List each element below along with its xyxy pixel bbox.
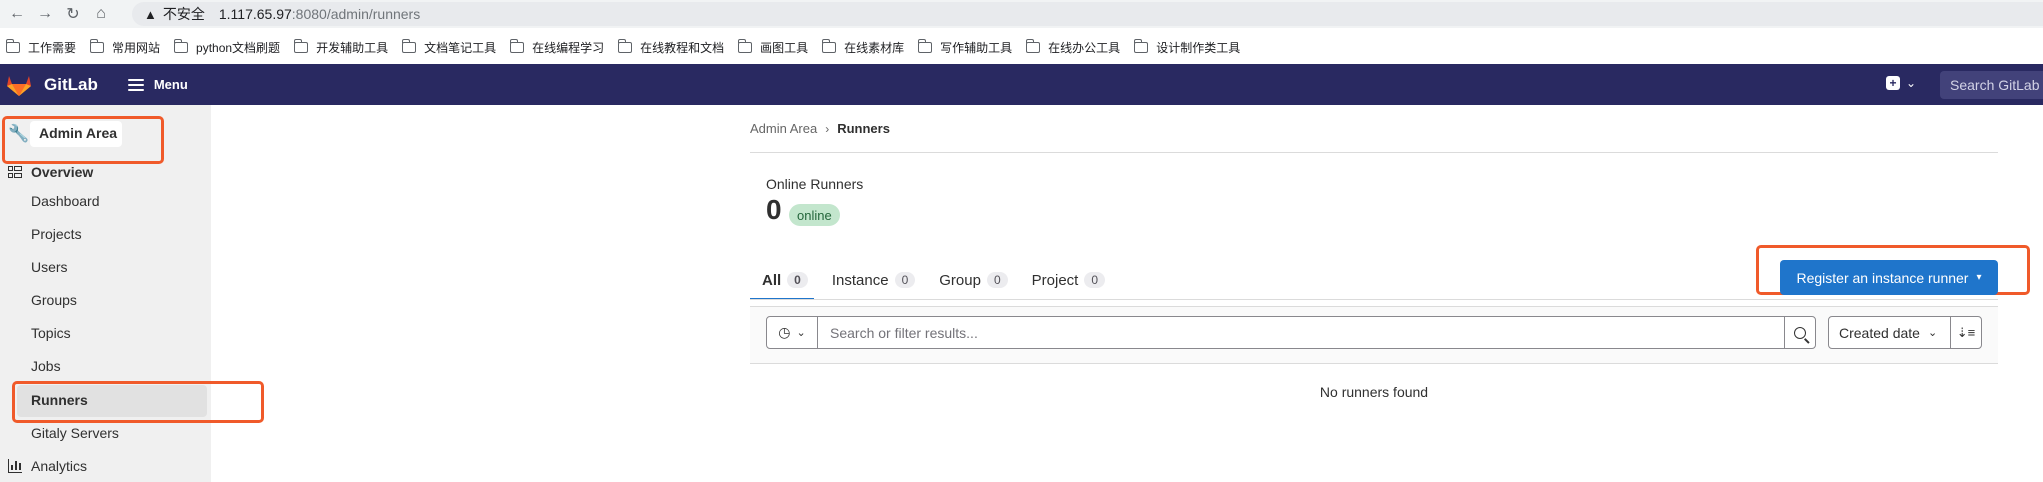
tabs-divider [750, 299, 1998, 300]
search-icon [1794, 326, 1806, 339]
highlight-admin-area [2, 116, 164, 164]
tab-all[interactable]: All 0 [750, 260, 814, 300]
url-path: :8080/admin/runners [291, 6, 421, 22]
bookmark-folder[interactable]: 画图工具 [737, 38, 808, 56]
folder-icon [737, 38, 753, 53]
folder-icon [293, 38, 309, 53]
bookmark-folder[interactable]: 在线办公工具 [1025, 38, 1120, 56]
register-instance-runner-button[interactable]: Register an instance runner ▾ [1780, 260, 1998, 295]
analytics-label: Analytics [31, 458, 88, 474]
sidebar-item-topics[interactable]: Topics [31, 325, 71, 341]
bookmark-folder[interactable]: 设计制作类工具 [1133, 38, 1240, 56]
plus-square-icon: + [1886, 76, 1900, 90]
tab-count-badge: 0 [986, 272, 1008, 288]
sidebar-item-groups[interactable]: Groups [31, 292, 77, 308]
forward-arrow-icon[interactable]: → [34, 3, 56, 25]
bookmarks-bar: 工作需要 常用网站 python文档刷题 开发辅助工具 文档笔记工具 在线编程学… [0, 34, 2043, 60]
breadcrumb-runners[interactable]: Runners [837, 121, 890, 136]
online-badge: online [789, 204, 840, 226]
bookmark-folder[interactable]: 写作辅助工具 [917, 38, 1012, 56]
recent-searches-button[interactable]: ◷ ⌄ [766, 316, 818, 349]
bookmark-folder[interactable]: 在线教程和文档 [617, 38, 724, 56]
tanuki-icon [7, 75, 31, 96]
chevron-down-icon: ⌄ [796, 327, 806, 339]
folder-icon [1133, 38, 1149, 53]
hamburger-icon [127, 78, 144, 91]
folder-icon [173, 38, 189, 53]
sidebar-item-dashboard[interactable]: Dashboard [31, 193, 100, 209]
sort-direction-button[interactable]: ⇣≡ [1950, 316, 1982, 349]
search-submit-button[interactable] [1784, 316, 1816, 349]
bookmark-folder[interactable]: 常用网站 [89, 38, 160, 56]
folder-icon [5, 38, 20, 53]
browser-toolbar: ← → ↻ ⌂ ▲ 不安全 1.117.65.97:8080/admin/run… [0, 0, 2043, 28]
address-bar[interactable]: ▲ 不安全 1.117.65.97:8080/admin/runners [132, 2, 2043, 26]
bookmark-folder[interactable]: 在线素材库 [821, 38, 904, 56]
online-runners-count: 0 [766, 194, 782, 225]
filter-search-input[interactable]: Search or filter results... [817, 316, 1785, 349]
highlight-runners [12, 381, 264, 423]
folder-icon [401, 38, 417, 53]
sidebar-item-users[interactable]: Users [31, 259, 68, 275]
back-arrow-icon[interactable]: ← [6, 3, 28, 25]
menu-label: Menu [153, 77, 188, 92]
warning-icon: ▲ [144, 6, 157, 22]
sidebar-item-gitaly-servers[interactable]: Gitaly Servers [31, 425, 119, 441]
folder-icon [617, 38, 633, 53]
chevron-down-icon: ▾ [1976, 272, 1982, 283]
folder-icon [821, 38, 837, 53]
online-runners-title: Online Runners [766, 176, 864, 192]
sort-descending-icon: ⇣≡ [1956, 324, 1976, 340]
gitlab-brand: GitLab [44, 74, 98, 94]
history-icon: ◷ [778, 324, 791, 340]
empty-state-message: No runners found [1319, 384, 1429, 400]
menu-button[interactable]: Menu [127, 77, 188, 92]
sort-dropdown[interactable]: Created date ⌄ [1828, 316, 1951, 349]
tab-group[interactable]: Group 0 [939, 260, 1008, 300]
breadcrumb-admin-area[interactable]: Admin Area [750, 121, 817, 136]
folder-icon [1025, 38, 1041, 53]
bookmark-folder[interactable]: 在线编程学习 [509, 38, 604, 56]
reload-icon[interactable]: ↻ [62, 3, 84, 25]
new-item-dropdown[interactable]: + ⌄ [1886, 76, 1916, 90]
home-icon[interactable]: ⌂ [90, 3, 112, 25]
url-host: 1.117.65.97 [218, 6, 292, 22]
bookmark-folder[interactable]: 开发辅助工具 [293, 38, 388, 56]
sidebar-item-jobs[interactable]: Jobs [31, 358, 61, 374]
bookmark-folder[interactable]: 文档笔记工具 [401, 38, 496, 56]
gitlab-logo[interactable]: GitLab [6, 73, 98, 97]
tab-count-badge: 0 [1084, 272, 1106, 288]
folder-icon [509, 38, 525, 53]
tab-project[interactable]: Project 0 [1032, 260, 1106, 300]
breadcrumb: Admin Area › Runners [750, 121, 890, 136]
overview-label: Overview [31, 164, 94, 180]
chevron-down-icon: ⌄ [1927, 327, 1938, 339]
folder-icon [89, 38, 105, 53]
sidebar-item-projects[interactable]: Projects [31, 226, 82, 242]
bookmark-folder[interactable]: 工作需要 [5, 38, 76, 56]
analytics-chart-icon [8, 459, 22, 473]
insecure-label: 不安全 [162, 6, 205, 22]
runner-type-tabs: All 0 Instance 0 Group 0 Project 0 [750, 260, 1129, 300]
bookmark-folder[interactable]: python文档刷题 [173, 38, 280, 56]
tab-count-badge: 0 [894, 272, 916, 288]
folder-icon [917, 38, 933, 53]
overview-grid-icon [8, 166, 22, 178]
chevron-right-icon: › [825, 121, 830, 136]
tab-instance[interactable]: Instance 0 [832, 260, 916, 300]
gitlab-search-input[interactable]: Search GitLab [1940, 71, 2043, 99]
divider [750, 152, 1998, 153]
gitlab-top-bar: GitLab Menu + ⌄ Search GitLab [0, 64, 2043, 105]
tab-count-badge: 0 [787, 272, 808, 288]
chevron-down-icon: ⌄ [1906, 76, 1917, 90]
